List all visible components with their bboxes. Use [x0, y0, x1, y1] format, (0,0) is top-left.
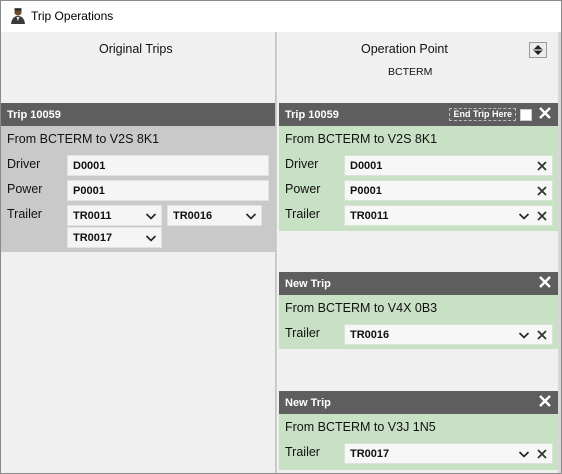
new-trip-header: New Trip [279, 391, 558, 414]
new-trip-body: From BCTERM to V3J 1N5 Trailer TR0017 [279, 414, 558, 470]
new-trip-card: New Trip From BCTERM to V3J 1N5 Trailer … [279, 391, 558, 470]
remove-icon[interactable] [535, 184, 549, 198]
chevron-down-icon [145, 213, 157, 220]
trailer-label: Trailer [285, 445, 320, 459]
trailer-select[interactable]: TR0017 [344, 443, 553, 464]
new-trip-header: New Trip [279, 272, 558, 295]
power-value: P0001 [73, 185, 105, 197]
new-trip-body: From BCTERM to V4X 0B3 Trailer TR0016 [279, 295, 558, 349]
original-trips-heading: Original Trips [99, 42, 173, 56]
trip-header: Trip 10059 End Trip Here [279, 103, 558, 126]
new-trip-card: New Trip From BCTERM to V4X 0B3 Trailer … [279, 272, 558, 349]
driver-label: Driver [285, 157, 319, 171]
trip-route: From BCTERM to V2S 8K1 [7, 132, 160, 146]
power-value: P0001 [350, 185, 382, 197]
sort-icon [533, 45, 543, 55]
trailer-select-3[interactable]: TR0017 [67, 227, 162, 248]
operation-trip-card: Trip 10059 End Trip Here From BCTERM to … [279, 103, 558, 231]
trailer-label: Trailer [7, 207, 42, 221]
driver-value: D0001 [350, 160, 383, 172]
trip-route: From BCTERM to V4X 0B3 [285, 301, 438, 315]
original-trips-pane: Original Trips Trip 10059 From BCTERM to… [1, 32, 275, 473]
driver-label: Driver [7, 157, 41, 171]
close-icon[interactable] [538, 106, 552, 120]
user-icon [11, 8, 25, 24]
sort-button[interactable] [529, 42, 547, 58]
remove-icon[interactable] [535, 447, 549, 461]
trip-title: Trip 10059 [285, 109, 339, 121]
operation-point-pane: Operation Point BCTERM Trip 10059 End Tr… [277, 32, 561, 473]
trip-body: From BCTERM to V2S 8K1 Driver D0001 Powe… [1, 126, 275, 252]
chevron-down-icon [145, 235, 157, 242]
driver-field[interactable]: D0001 [67, 155, 269, 176]
trip-body: From BCTERM to V2S 8K1 Driver D0001 Powe… [279, 126, 558, 231]
remove-icon[interactable] [535, 159, 549, 173]
trailer-value: TR0017 [73, 232, 113, 244]
new-trip-title: New Trip [285, 278, 331, 290]
end-trip-label: End Trip Here [449, 108, 516, 121]
operation-point-code: BCTERM [388, 66, 433, 78]
trailer-select-2[interactable]: TR0016 [167, 205, 262, 226]
trip-route: From BCTERM to V3J 1N5 [285, 420, 436, 434]
trailer-value: TR0011 [73, 210, 112, 222]
trailer-value: TR0017 [350, 448, 390, 460]
original-trip-card: Trip 10059 From BCTERM to V2S 8K1 Driver… [1, 103, 275, 252]
trailer-select[interactable]: TR0011 [344, 205, 553, 226]
chevron-down-icon [245, 213, 257, 220]
trip-route: From BCTERM to V2S 8K1 [285, 132, 438, 146]
trailer-label: Trailer [285, 207, 320, 221]
close-icon[interactable] [538, 394, 552, 408]
trailer-select-1[interactable]: TR0011 [67, 205, 162, 226]
trip-operations-window: Trip Operations Original Trips Trip 1005… [0, 0, 562, 474]
end-trip-checkbox[interactable] [520, 108, 532, 121]
trailer-value: TR0016 [173, 210, 213, 222]
trailer-select[interactable]: TR0016 [344, 324, 553, 345]
remove-icon[interactable] [535, 328, 549, 342]
power-field[interactable]: P0001 [344, 180, 553, 201]
power-label: Power [7, 182, 43, 196]
chevron-down-icon[interactable] [518, 448, 530, 460]
trailer-value: TR0011 [350, 210, 389, 222]
end-trip-toggle[interactable]: End Trip Here [449, 108, 532, 121]
trailer-value: TR0016 [350, 329, 390, 341]
scrollbar[interactable] [558, 32, 561, 473]
window-title: Trip Operations [31, 9, 114, 23]
close-icon[interactable] [538, 275, 552, 289]
new-trip-title: New Trip [285, 397, 331, 409]
chevron-down-icon[interactable] [518, 210, 530, 222]
power-field[interactable]: P0001 [67, 180, 269, 201]
title-bar: Trip Operations [1, 1, 561, 32]
chevron-down-icon[interactable] [518, 329, 530, 341]
remove-icon[interactable] [535, 209, 549, 223]
driver-value: D0001 [73, 160, 106, 172]
trip-header: Trip 10059 [1, 103, 275, 126]
power-label: Power [285, 182, 321, 196]
operation-point-heading: Operation Point [361, 42, 448, 56]
trailer-label: Trailer [285, 326, 320, 340]
driver-field[interactable]: D0001 [344, 155, 553, 176]
